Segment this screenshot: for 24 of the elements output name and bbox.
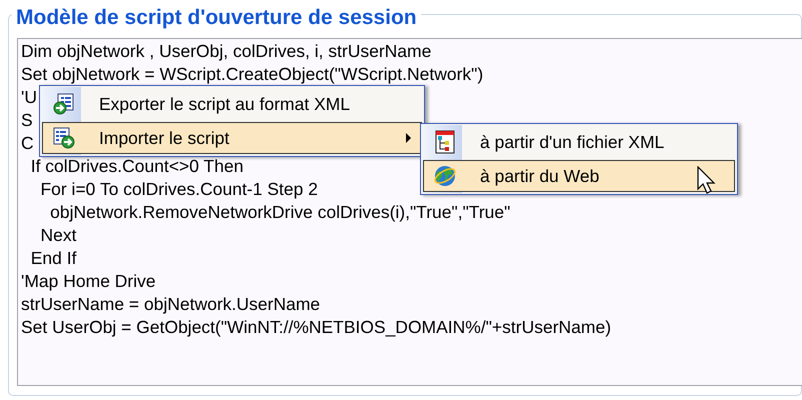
code-line: Set objNetwork = WScript.CreateObject("WScript.Network") bbox=[21, 63, 484, 86]
code-line: objNetwork.RemoveNetworkDrive colDrives(i),"True","True" bbox=[49, 201, 510, 224]
tree-document-icon bbox=[434, 130, 456, 154]
menu-item[interactable]: à partir d'un fichier XML bbox=[423, 126, 735, 158]
document-arrow-icon bbox=[53, 127, 75, 149]
code-line: C bbox=[21, 132, 34, 155]
code-line: 'Map Home Drive bbox=[21, 270, 156, 293]
code-line: Dim objNetwork , UserObj, colDrives, i, strUserName bbox=[21, 40, 432, 63]
mouse-pointer-icon bbox=[697, 166, 717, 196]
code-line: For i=0 To colDrives.Count-1 Step 2 bbox=[39, 178, 318, 201]
code-line: End If bbox=[30, 247, 76, 270]
code-line: Next bbox=[39, 224, 76, 247]
document-arrow-icon bbox=[53, 93, 75, 115]
menu-item[interactable]: Importer le script bbox=[42, 122, 422, 154]
code-line: S bbox=[21, 109, 33, 132]
group-title: Modèle de script d'ouverture de session bbox=[12, 6, 421, 30]
menu-item[interactable]: Exporter le script au format XML bbox=[42, 88, 422, 120]
code-line: strUserName = objNetwork.UserName bbox=[21, 293, 320, 316]
code-line: Set UserObj = GetObject("WinNT://%NETBIOS_DOMAIN%/"+strUserName) bbox=[21, 316, 612, 339]
globe-icon bbox=[433, 164, 457, 188]
code-line: 'U bbox=[21, 86, 37, 109]
menu-item[interactable]: à partir du Web bbox=[423, 160, 735, 192]
code-line: If colDrives.Count<>0 Then bbox=[30, 155, 244, 178]
submenu-arrow-icon bbox=[406, 133, 411, 143]
